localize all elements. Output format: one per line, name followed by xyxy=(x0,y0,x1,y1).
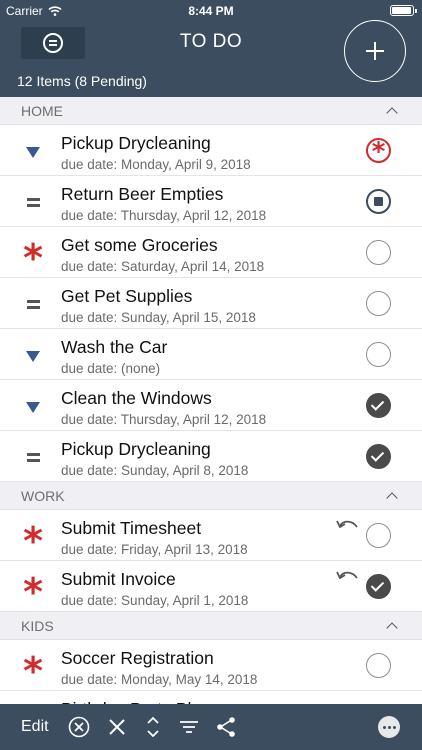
item-due-date: due date: Sunday, April 8, 2018 xyxy=(61,463,249,478)
section-label: WORK xyxy=(21,487,65,504)
clock: 8:44 PM xyxy=(188,4,234,18)
priority-low-icon xyxy=(20,342,46,368)
priority-high-icon: * xyxy=(20,573,46,611)
priority-high-shape: * xyxy=(23,519,43,563)
chevron-up-icon[interactable] xyxy=(386,106,398,119)
list-item[interactable]: Return Beer Empties due date: Thursday, A… xyxy=(0,176,422,227)
priority-medium-shape xyxy=(26,299,40,309)
more-icon[interactable] xyxy=(378,716,400,738)
list-item[interactable]: * Get some Groceries due date: Saturday, A… xyxy=(0,227,422,278)
chevron-up-icon[interactable] xyxy=(386,491,398,504)
item-count: 12 Items (8 Pending) xyxy=(17,73,147,89)
priority-medium-shape xyxy=(26,452,40,462)
filter-icon[interactable] xyxy=(177,715,201,739)
item-title: Get some Groceries xyxy=(61,235,218,255)
section-label: HOME xyxy=(21,102,63,119)
item-title: Pickup Drycleaning xyxy=(61,133,211,153)
status-done-toggle[interactable] xyxy=(366,444,391,469)
status-done-toggle[interactable] xyxy=(366,393,391,418)
priority-medium-shape xyxy=(26,197,40,207)
priority-low-icon xyxy=(20,138,46,164)
priority-low-shape xyxy=(26,350,40,362)
priority-high-shape: * xyxy=(23,649,43,693)
priority-high-shape: * xyxy=(23,236,43,280)
repeat-icon[interactable] xyxy=(334,568,362,584)
list-item[interactable]: Get Pet Supplies due date: Sunday, April … xyxy=(0,278,422,329)
header: Carrier 8:44 PM TO DO 12 Items (8 Pendin… xyxy=(0,0,422,97)
priority-high-icon: * xyxy=(20,522,46,560)
section-header-home[interactable]: HOME xyxy=(0,97,422,125)
item-due-date: due date: Monday, May 14, 2018 xyxy=(61,672,258,687)
priority-low-shape xyxy=(26,401,40,413)
expand-collapse-icon[interactable] xyxy=(141,715,165,739)
chevron-up-icon[interactable] xyxy=(386,621,398,634)
priority-high-icon: * xyxy=(20,652,46,690)
section-label: KIDS xyxy=(21,617,54,634)
priority-high-icon: * xyxy=(20,239,46,277)
todo-list: HOME Pickup Drycleaning due date: Monday, … xyxy=(0,97,422,742)
list-item[interactable]: Clean the Windows due date: Thursday, Apr… xyxy=(0,380,422,431)
item-title: Submit Invoice xyxy=(61,569,176,589)
item-title: Submit Timesheet xyxy=(61,518,202,538)
item-title: Return Beer Empties xyxy=(61,184,224,204)
list-item[interactable]: Pickup Drycleaning due date: Monday, Apri… xyxy=(0,125,422,176)
item-due-date: due date: Thursday, April 12, 2018 xyxy=(61,412,267,427)
priority-low-icon xyxy=(20,393,46,419)
status-open-toggle[interactable] xyxy=(366,291,391,316)
item-title: Wash the Car xyxy=(61,337,168,357)
priority-high-shape: * xyxy=(23,570,43,614)
status-stop-toggle[interactable] xyxy=(366,189,391,214)
item-due-date: due date: (none) xyxy=(61,361,161,376)
item-title: Soccer Registration xyxy=(61,648,214,668)
item-due-date: due date: Thursday, April 12, 2018 xyxy=(61,208,267,223)
status-open-toggle[interactable] xyxy=(366,523,391,548)
bottom-toolbar: Edit xyxy=(0,704,422,750)
priority-low-shape xyxy=(26,146,40,158)
priority-medium-icon xyxy=(20,291,46,317)
list-item[interactable]: * Submit Invoice due date: Sunday, April 1… xyxy=(0,561,422,612)
status-urgent-toggle[interactable] xyxy=(366,137,391,167)
item-due-date: due date: Monday, April 9, 2018 xyxy=(61,157,251,172)
status-open-toggle[interactable] xyxy=(366,342,391,367)
item-due-date: due date: Friday, April 13, 2018 xyxy=(61,542,248,557)
add-item-button[interactable] xyxy=(344,20,406,82)
list-item[interactable]: * Submit Timesheet due date: Friday, April… xyxy=(0,510,422,561)
item-title: Get Pet Supplies xyxy=(61,286,193,306)
repeat-icon[interactable] xyxy=(334,517,362,533)
item-title: Clean the Windows xyxy=(61,388,212,408)
status-open-toggle[interactable] xyxy=(366,240,391,265)
item-due-date: due date: Saturday, April 14, 2018 xyxy=(61,259,265,274)
edit-button[interactable]: Edit xyxy=(21,718,49,736)
list-item[interactable]: * Soccer Registration due date: Monday, Ma… xyxy=(0,640,422,691)
list-item[interactable]: Wash the Car due date: (none) xyxy=(0,329,422,380)
priority-medium-icon xyxy=(20,444,46,470)
item-due-date: due date: Sunday, April 1, 2018 xyxy=(61,593,249,608)
status-bar: Carrier 8:44 PM xyxy=(0,0,422,22)
priority-medium-icon xyxy=(20,189,46,215)
clear-icon[interactable] xyxy=(67,715,91,739)
close-icon[interactable] xyxy=(105,715,129,739)
item-title: Pickup Drycleaning xyxy=(61,439,211,459)
list-item[interactable]: Pickup Drycleaning due date: Sunday, Apri… xyxy=(0,431,422,482)
share-icon[interactable] xyxy=(214,715,238,739)
battery-icon xyxy=(390,5,417,16)
status-done-toggle[interactable] xyxy=(366,574,391,599)
section-header-work[interactable]: WORK xyxy=(0,482,422,510)
item-due-date: due date: Sunday, April 15, 2018 xyxy=(61,310,256,325)
section-header-kids[interactable]: KIDS xyxy=(0,612,422,640)
status-open-toggle[interactable] xyxy=(366,653,391,678)
